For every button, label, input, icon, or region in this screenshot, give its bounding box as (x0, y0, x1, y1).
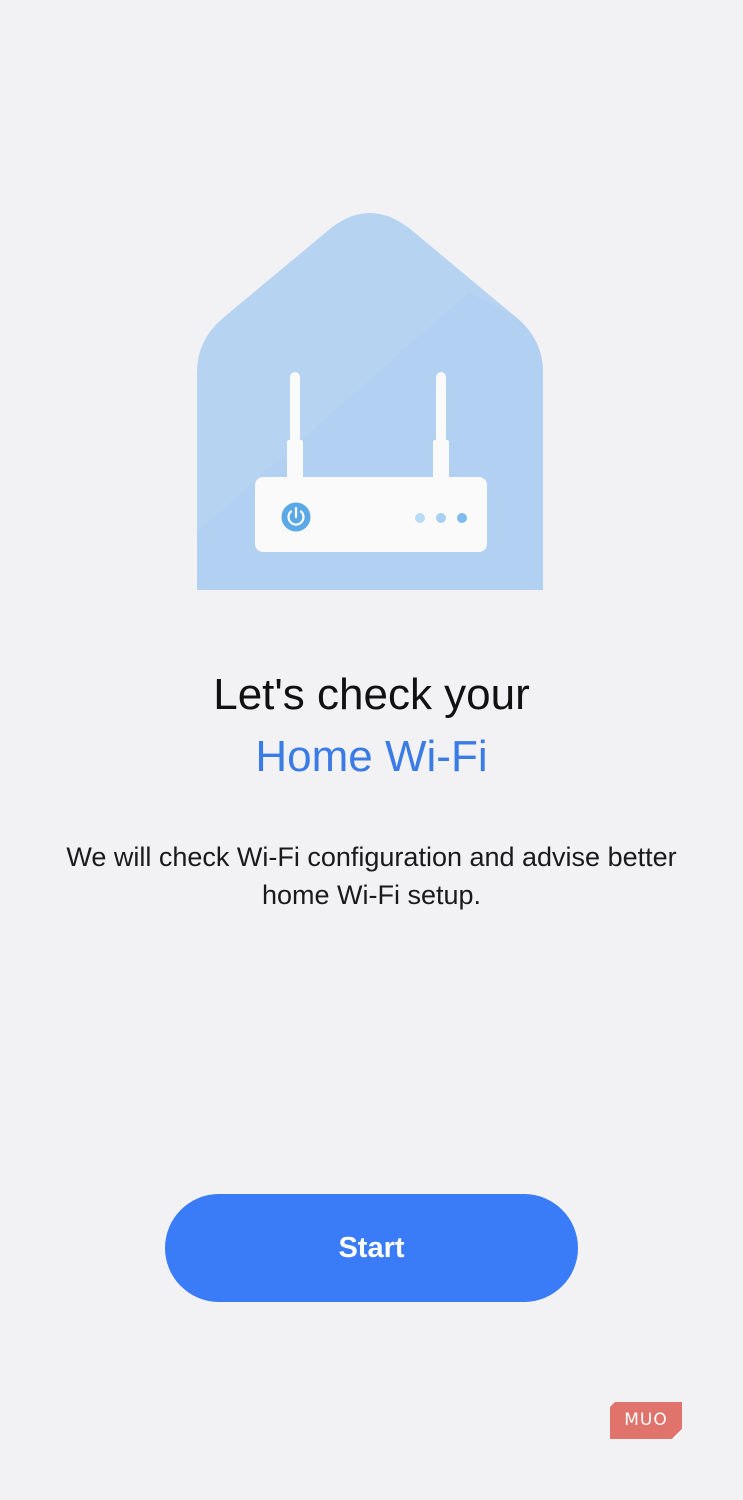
status-dot (457, 513, 467, 523)
left-antenna (290, 372, 300, 444)
title-highlight: Home Wi-Fi (255, 732, 488, 781)
page-title: Let's check your Home Wi-Fi (0, 664, 743, 788)
title-line-1: Let's check your (213, 670, 530, 719)
house-router-icon (197, 213, 543, 590)
watermark-logo: MUO (610, 1402, 682, 1439)
right-antenna-base (433, 440, 449, 480)
status-dot (436, 513, 446, 523)
home-wifi-illustration (197, 212, 545, 590)
start-button[interactable]: Start (165, 1194, 578, 1302)
watermark-text: MUO (624, 1410, 668, 1430)
right-antenna (436, 372, 446, 444)
power-icon (281, 502, 311, 532)
status-dot (415, 513, 425, 523)
description-text: We will check Wi-Fi configuration and ad… (66, 842, 677, 910)
left-antenna-base (287, 440, 303, 480)
